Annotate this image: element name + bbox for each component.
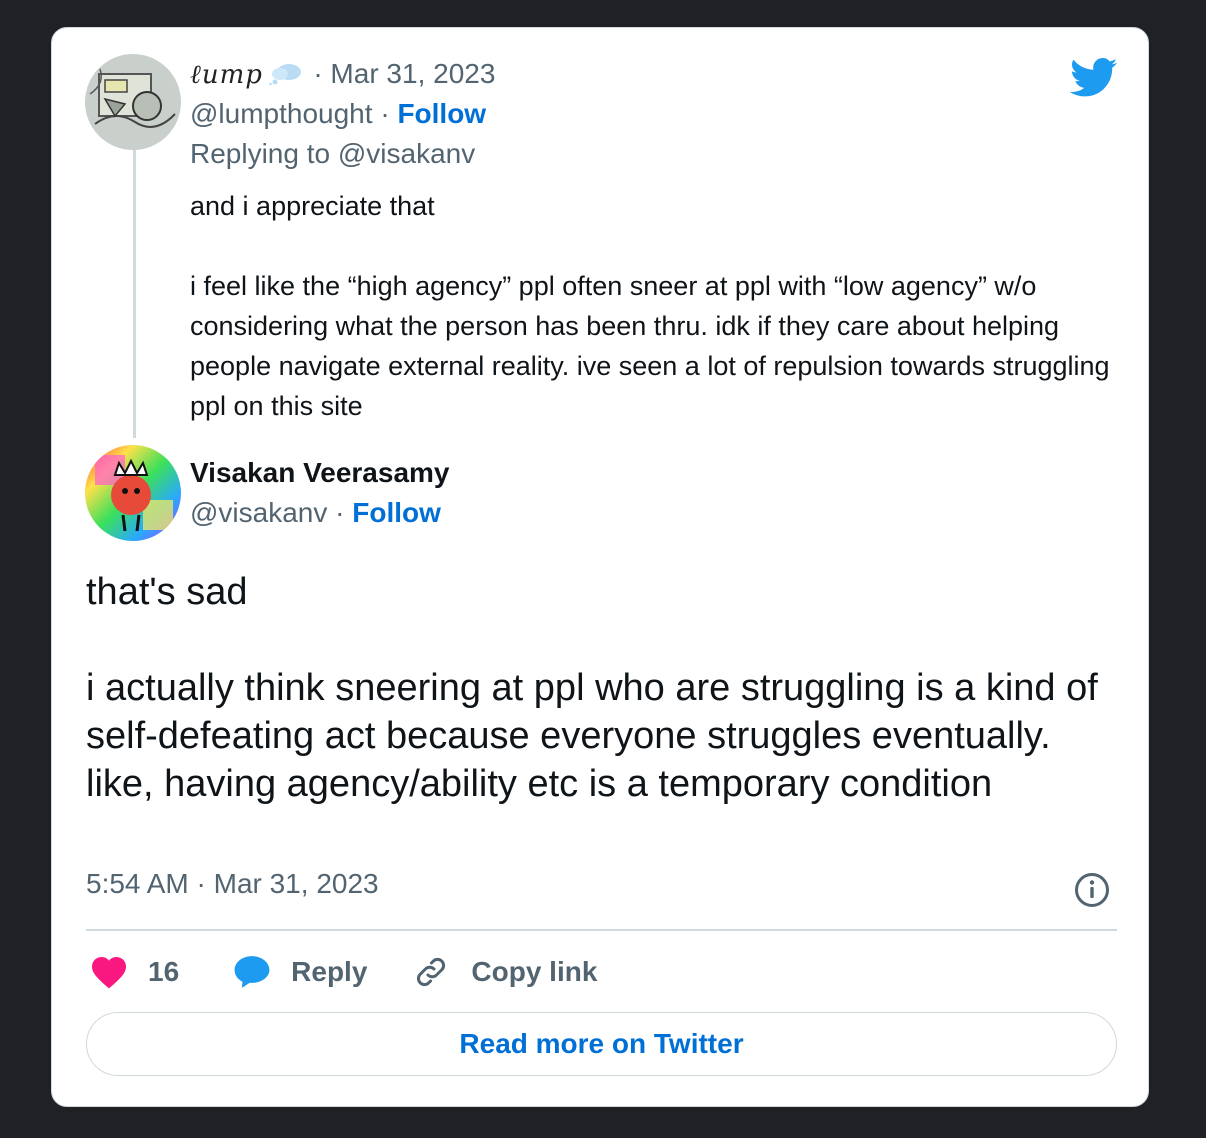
visakanv-avatar[interactable]	[85, 445, 181, 541]
reply-tweet-text: and i appreciate that i feel like the “h…	[190, 186, 1130, 426]
heart-icon	[90, 955, 128, 989]
reply-label: Reply	[291, 956, 368, 987]
main-tweet-text: that's sad i actually think sneering at …	[86, 568, 1116, 808]
embedded-tweet-card: ℓump · Mar 31, 2023 @lumpthought · Follo…	[51, 27, 1149, 1107]
reply-button[interactable]: Reply	[233, 954, 367, 990]
visakanv-display-name[interactable]: Visakan Veerasamy	[190, 457, 449, 488]
reply-bubble-icon	[233, 954, 271, 990]
copy-link-label: Copy link	[471, 956, 598, 987]
separator-dot: ·	[327, 497, 353, 528]
reply-text-line: and i appreciate that	[190, 191, 435, 221]
replying-to-label[interactable]: Replying to @visakanv	[190, 136, 475, 172]
divider	[86, 929, 1117, 931]
twitter-bird-icon[interactable]	[1070, 58, 1118, 103]
tweet-timestamp[interactable]: 5:54 AM · Mar 31, 2023	[86, 868, 379, 900]
follow-lumpthought-button[interactable]: Follow	[397, 98, 486, 129]
visakanv-handle[interactable]: @visakanv	[190, 497, 327, 528]
follow-visakanv-button[interactable]: Follow	[352, 497, 441, 528]
separator-dot: ·	[372, 98, 398, 129]
thread-connector-line	[133, 150, 136, 438]
tweet-actions-bar: 16 Reply Copy link	[90, 950, 597, 994]
lumpthought-display-name[interactable]: ℓump	[190, 60, 263, 90]
link-icon	[413, 954, 449, 990]
info-icon[interactable]	[1074, 872, 1110, 913]
main-text-paragraph: i actually think sneering at ppl who are…	[86, 667, 1098, 805]
read-more-on-twitter-button[interactable]: Read more on Twitter	[86, 1012, 1117, 1076]
lumpthought-handle[interactable]: @lumpthought	[190, 98, 373, 129]
thought-bubble-icon	[269, 63, 303, 86]
lumpthought-avatar[interactable]	[85, 54, 181, 150]
main-text-paragraph: that's sad	[86, 571, 248, 613]
reply-tweet-date[interactable]: · Mar 31, 2023	[313, 58, 495, 89]
like-button[interactable]: 16	[90, 955, 179, 989]
like-count: 16	[148, 956, 180, 987]
reply-text-paragraph: i feel like the “high agency” ppl often …	[190, 271, 1110, 421]
copy-link-button[interactable]: Copy link	[413, 954, 597, 990]
